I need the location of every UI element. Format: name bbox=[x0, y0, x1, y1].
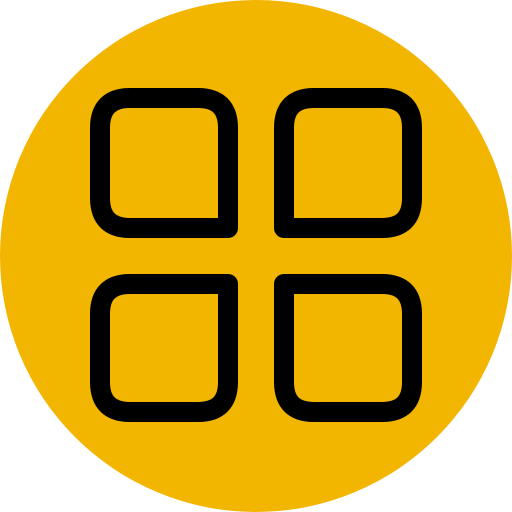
circle-background bbox=[0, 0, 512, 512]
app-grid-icon[interactable] bbox=[0, 0, 512, 512]
app-grid-icon-canvas bbox=[0, 0, 512, 512]
